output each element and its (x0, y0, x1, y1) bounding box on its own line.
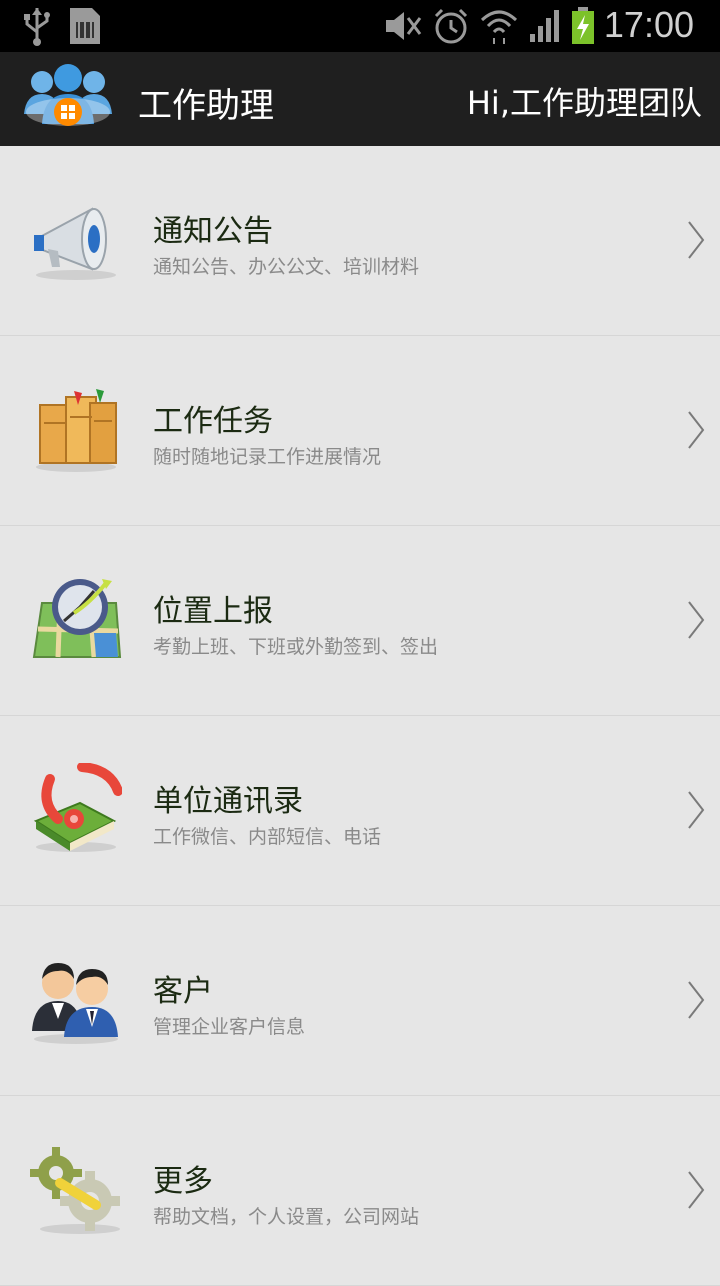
menu-item-contacts[interactable]: 单位通讯录 工作微信、内部短信、电话 (0, 716, 720, 906)
menu-item-subtitle: 通知公告、办公公文、培训材料 (153, 256, 420, 278)
wifi-icon (480, 10, 518, 44)
battery-charging-icon (572, 7, 594, 44)
menu-item-title: 位置上报 (153, 594, 273, 629)
menu-item-title: 客户 (153, 974, 213, 1009)
menu-item-subtitle: 管理企业客户信息 (153, 1016, 306, 1038)
megaphone-icon (34, 207, 116, 280)
menu-item-subtitle: 考勤上班、下班或外勤签到、签出 (153, 636, 439, 658)
app-title: 工作助理 (138, 86, 274, 126)
chevron-right-icon (688, 221, 705, 259)
menu-item-subtitle: 帮助文档，个人设置，公司网站 (153, 1206, 420, 1228)
sim-card-icon (70, 8, 100, 44)
menu-item-notices[interactable]: 通知公告 通知公告、办公公文、培训材料 (0, 146, 720, 336)
menu-item-subtitle: 工作微信、内部短信、电话 (153, 826, 382, 848)
customers-icon (32, 963, 118, 1044)
user-greeting: Hi,工作助理团队 (466, 84, 702, 122)
menu-item-more[interactable]: 更多 帮助文档，个人设置，公司网站 (0, 1096, 720, 1286)
mute-icon (386, 12, 422, 40)
chevron-right-icon (688, 601, 705, 639)
folders-icon (36, 389, 117, 472)
menu-item-customers[interactable]: 客户 管理企业客户信息 (0, 906, 720, 1096)
menu-item-location[interactable]: 位置上报 考勤上班、下班或外勤签到、签出 (0, 526, 720, 716)
menu-item-subtitle: 随时随地记录工作进展情况 (153, 446, 382, 468)
phone-book-icon (33, 763, 122, 852)
menu-item-tasks[interactable]: 工作任务 随时随地记录工作进展情况 (0, 336, 720, 526)
chevron-right-icon (688, 981, 705, 1019)
menu-item-title: 更多 (153, 1164, 213, 1199)
main-menu: 通知公告 通知公告、办公公文、培训材料 工作任务 随时随地记录工作进展情况 位置… (0, 146, 720, 1286)
gears-icon (30, 1147, 120, 1234)
status-bar: 17:00 (0, 0, 720, 52)
signal-icon (530, 10, 559, 42)
chevron-right-icon (688, 791, 705, 829)
chevron-right-icon (688, 411, 705, 449)
menu-item-title: 工作任务 (153, 404, 273, 439)
app-bar: 工作助理 Hi,工作助理团队 (0, 52, 720, 146)
team-logo-icon (24, 64, 112, 126)
chevron-right-icon (688, 1171, 705, 1209)
usb-icon (24, 8, 50, 46)
status-time: 17:00 (603, 4, 694, 45)
map-compass-icon (32, 579, 122, 658)
alarm-icon (434, 8, 468, 44)
menu-item-title: 单位通讯录 (153, 784, 303, 819)
menu-item-title: 通知公告 (153, 214, 273, 249)
